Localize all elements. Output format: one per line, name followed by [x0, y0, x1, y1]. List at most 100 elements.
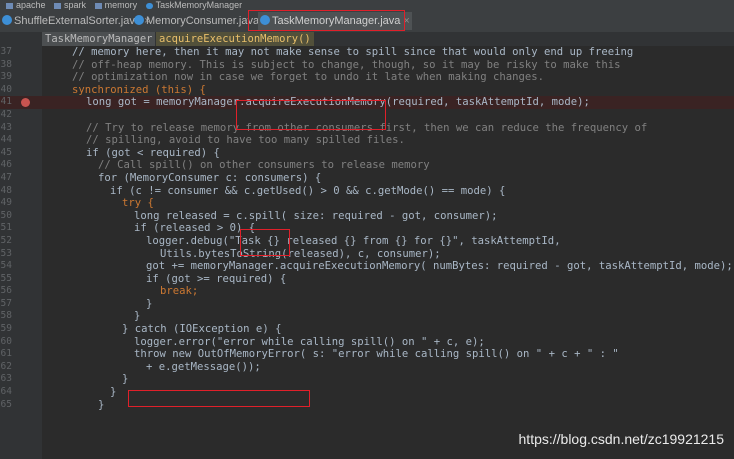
line-number: 39	[0, 71, 12, 83]
code-line: 39 // optimization now in case we forget …	[0, 71, 734, 84]
code-text: // off-heap memory. This is subject to c…	[72, 58, 621, 71]
code-line: 64}	[0, 386, 734, 399]
code-text: long released = c.spill( size: required …	[134, 209, 498, 222]
code-line: 51 if (released > 0) {	[0, 222, 734, 235]
watermark: https://blog.csdn.net/zc19921215	[518, 431, 724, 447]
code-text: + e.getMessage());	[146, 360, 261, 373]
code-line: 60 logger.error("error while calling spil…	[0, 336, 734, 349]
tab-task-memory-manager[interactable]: TaskMemoryManager.java ×	[258, 12, 412, 30]
line-number: 54	[0, 260, 12, 272]
code-line: 45 if (got < required) {	[0, 147, 734, 160]
line-number: 60	[0, 335, 12, 347]
code-text: // Try to release memory from other cons…	[86, 121, 648, 134]
code-line: 44 // spilling, avoid to have too many sp…	[0, 134, 734, 147]
code-text: if (got >= required) {	[146, 272, 287, 285]
code-text: if (got < required) {	[86, 146, 220, 159]
code-text: }	[110, 386, 117, 399]
code-line: 62 + e.getMessage());	[0, 361, 734, 374]
code-text: synchronized (this) {	[72, 83, 206, 96]
code-line: 61 throw new OutOfMemoryError( s: "error …	[0, 348, 734, 361]
code-line: 55 if (got >= required) {	[0, 273, 734, 286]
package-icon	[6, 2, 13, 9]
line-number: 42	[0, 108, 12, 120]
line-number: 56	[0, 285, 12, 297]
breadcrumb-apache[interactable]: apache	[6, 0, 46, 10]
line-number: 59	[0, 323, 12, 335]
line-number: 50	[0, 209, 12, 221]
code-line: 47 for (MemoryConsumer c: consumers) {	[0, 172, 734, 185]
line-number: 46	[0, 159, 12, 171]
code-line: 41 long got = memoryManager.acquireExecut…	[0, 96, 734, 109]
java-class-icon	[260, 15, 270, 25]
line-number: 63	[0, 373, 12, 385]
line-number: 49	[0, 197, 12, 209]
code-line: 38 // off-heap memory. This is subject to…	[0, 59, 734, 72]
line-number: 44	[0, 134, 12, 146]
code-line: 49 try {	[0, 197, 734, 210]
code-text: got += memoryManager.acquireExecutionMem…	[146, 260, 733, 273]
code-line: 42	[0, 109, 734, 122]
code-line: 40 synchronized (this) {	[0, 84, 734, 97]
code-text: logger.debug("Task {} released {} from {…	[146, 234, 561, 247]
code-text: logger.error("error while calling spill(…	[134, 335, 485, 348]
line-number: 47	[0, 171, 12, 183]
code-line: 63}	[0, 373, 734, 386]
line-number: 64	[0, 386, 12, 398]
line-number: 53	[0, 247, 12, 259]
code-line: 57}	[0, 298, 734, 311]
line-number: 40	[0, 83, 12, 95]
line-number: 52	[0, 234, 12, 246]
code-text: break;	[160, 285, 199, 298]
java-class-icon	[134, 15, 144, 25]
line-number: 38	[0, 58, 12, 70]
structure-breadcrumb: TaskMemoryManager acquireExecutionMemory…	[0, 32, 734, 46]
tab-memory-consumer[interactable]: MemoryConsumer.java×	[132, 12, 271, 30]
java-class-icon	[2, 15, 12, 25]
code-text: throw new OutOfMemoryError( s: "error wh…	[134, 348, 619, 361]
breakpoint-icon[interactable]	[21, 98, 30, 108]
code-line: 65}	[0, 399, 734, 412]
class-icon	[145, 2, 153, 9]
code-line: 37 // memory here, then it may not make s…	[0, 46, 734, 59]
editor-tabs: ShuffleExternalSorter.java × MemoryConsum…	[0, 10, 734, 33]
tab-shuffle-external-sorter[interactable]: ShuffleExternalSorter.java ×	[0, 12, 152, 30]
line-number: 55	[0, 272, 12, 284]
code-text: for (MemoryConsumer c: consumers) {	[98, 171, 322, 184]
code-line: 50 long released = c.spill( size: require…	[0, 210, 734, 223]
package-icon	[54, 2, 62, 9]
code-text: if (released > 0) {	[134, 222, 256, 235]
code-text: } catch (IOException e) {	[122, 323, 282, 336]
navigation-breadcrumb: apache spark memory TaskMemoryManager	[0, 0, 734, 10]
code-line: 58}	[0, 310, 734, 323]
code-text: }	[146, 297, 153, 310]
structure-crumb-method[interactable]: acquireExecutionMemory()	[156, 32, 314, 46]
code-text: // optimization now in case we forget to…	[72, 71, 544, 84]
code-line: 43 // Try to release memory from other co…	[0, 122, 734, 135]
line-number: 48	[0, 184, 12, 196]
code-text: // Call spill() on other consumers to re…	[98, 159, 430, 172]
code-editor[interactable]: 37 // memory here, then it may not make s…	[0, 46, 734, 411]
line-number: 62	[0, 360, 12, 372]
line-number: 51	[0, 222, 12, 234]
code-text: }	[98, 398, 105, 411]
code-line: 53 Utils.bytesToString(released), c, cons…	[0, 248, 734, 261]
structure-crumb-class[interactable]: TaskMemoryManager	[42, 32, 156, 46]
line-number: 58	[0, 310, 12, 322]
line-number: 45	[0, 146, 12, 158]
breadcrumb-taskmemorymanager[interactable]: TaskMemoryManager	[145, 0, 242, 10]
line-number: 57	[0, 297, 12, 309]
code-line: 56 break;	[0, 285, 734, 298]
code-text: if (c != consumer && c.getUsed() > 0 && …	[110, 184, 506, 197]
code-text: }	[134, 310, 141, 323]
line-number: 43	[0, 121, 12, 133]
breadcrumb-memory[interactable]: memory	[94, 0, 137, 10]
code-text: // spilling, avoid to have too many spil…	[86, 134, 405, 147]
code-line: 48 if (c != consumer && c.getUsed() > 0 &…	[0, 185, 734, 198]
close-icon[interactable]: ×	[403, 15, 409, 27]
breadcrumb-spark[interactable]: spark	[54, 0, 86, 10]
code-text: try {	[122, 197, 154, 210]
code-text: }	[122, 373, 129, 386]
code-line: 52 logger.debug("Task {} released {} from…	[0, 235, 734, 248]
code-text: // memory here, then it may not make sen…	[72, 46, 634, 58]
code-line: 54 got += memoryManager.acquireExecutionM…	[0, 260, 734, 273]
